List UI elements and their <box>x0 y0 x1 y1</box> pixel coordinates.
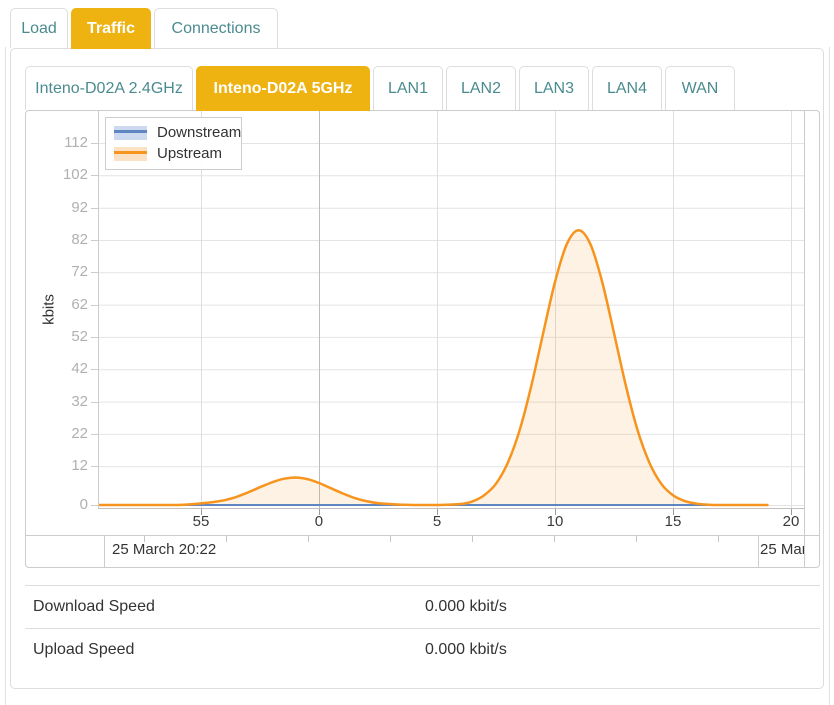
x-tick-label: 15 <box>653 513 693 530</box>
download-speed-label: Download Speed <box>25 598 425 616</box>
y-tick-mark <box>91 434 99 435</box>
x-tick-label: 55 <box>181 513 221 530</box>
upstream-legend-swatch <box>114 147 147 161</box>
x-tick-mark <box>791 509 792 515</box>
chart-legend: Downstream Upstream <box>105 117 242 170</box>
x-tick-mark <box>437 509 438 515</box>
y-tick-label: 62 <box>26 296 88 314</box>
date-range-end-label: 25 March <box>760 541 804 558</box>
tab-lan1[interactable]: LAN1 <box>373 66 443 110</box>
y-tick-label: 52 <box>26 328 88 346</box>
upstream-series-line <box>100 230 768 505</box>
y-tick-label: 0 <box>26 496 88 514</box>
x-tick-mark <box>319 509 320 515</box>
traffic-chart-canvas <box>99 111 804 508</box>
y-tick-label: 32 <box>26 393 88 411</box>
upstream-legend-line <box>114 151 147 154</box>
date-band-tick <box>390 536 391 542</box>
plot-area <box>98 111 805 509</box>
tab-inteno-d02a-2_4ghz[interactable]: Inteno-D02A 2.4GHz <box>25 66 193 110</box>
date-band-tick <box>144 536 145 542</box>
x-tick-mark <box>555 509 556 515</box>
x-tick-mark <box>673 509 674 515</box>
tab-connections[interactable]: Connections <box>154 8 278 48</box>
y-tick-label: 42 <box>26 360 88 378</box>
x-tick-label: 5 <box>417 513 457 530</box>
y-tick-label: 112 <box>26 134 88 152</box>
downstream-legend-swatch <box>114 126 147 140</box>
tab-wan[interactable]: WAN <box>665 66 735 110</box>
y-tick-mark <box>91 208 99 209</box>
y-tick-label: 22 <box>26 425 88 443</box>
y-tick-mark <box>91 240 99 241</box>
download-speed-value: 0.000 kbit/s <box>425 598 507 616</box>
y-tick-label: 92 <box>26 199 88 217</box>
x-tick-label: 0 <box>299 513 339 530</box>
table-row-upload: Upload Speed 0.000 kbit/s <box>25 628 820 671</box>
legend-item-upstream: Upstream <box>106 143 241 164</box>
speed-summary-table: Download Speed 0.000 kbit/s Upload Speed… <box>25 585 820 671</box>
date-band-tick <box>636 536 637 542</box>
date-band-tick <box>554 536 555 542</box>
tab-traffic[interactable]: Traffic <box>71 8 151 49</box>
x-tick-label: 10 <box>535 513 575 530</box>
y-tick-mark <box>91 466 99 467</box>
legend-label: Upstream <box>157 145 222 162</box>
date-band-divider-right <box>758 535 759 568</box>
legend-item-downstream: Downstream <box>106 122 241 143</box>
date-band-tick <box>718 536 719 542</box>
y-tick-label: 12 <box>26 457 88 475</box>
upstream-series-area <box>100 230 768 505</box>
date-band-tick <box>472 536 473 542</box>
traffic-chart-widget: kbits DownstreamUpstream 25 March 20:22 … <box>25 110 820 568</box>
tab-inteno-d02a-5ghz[interactable]: Inteno-D02A 5GHz <box>196 66 370 111</box>
legend-label: Downstream <box>157 124 241 141</box>
upload-speed-value: 0.000 kbit/s <box>425 641 507 659</box>
tab-lan2[interactable]: LAN2 <box>446 66 516 110</box>
table-row-download: Download Speed 0.000 kbit/s <box>25 585 820 628</box>
tab-lan3[interactable]: LAN3 <box>519 66 589 110</box>
tab-lan4[interactable]: LAN4 <box>592 66 662 110</box>
y-tick-mark <box>91 505 99 506</box>
date-band-tick <box>308 536 309 542</box>
y-tick-label: 72 <box>26 263 88 281</box>
y-tick-mark <box>91 402 99 403</box>
y-tick-label: 82 <box>26 231 88 249</box>
y-tick-mark <box>91 369 99 370</box>
y-tick-label: 102 <box>26 166 88 184</box>
x-tick-mark <box>201 509 202 515</box>
y-tick-mark <box>91 143 99 144</box>
date-range-start-label: 25 March 20:22 <box>112 541 216 558</box>
y-tick-mark <box>91 305 99 306</box>
upload-speed-label: Upload Speed <box>25 641 425 659</box>
downstream-legend-line <box>114 130 147 133</box>
y-tick-mark <box>91 272 99 273</box>
x-tick-label: 20 <box>771 513 811 530</box>
tab-load[interactable]: Load <box>10 8 68 48</box>
date-band-tick <box>226 536 227 542</box>
y-tick-mark <box>91 337 99 338</box>
y-tick-mark <box>91 175 99 176</box>
date-band-divider-left <box>104 535 105 568</box>
